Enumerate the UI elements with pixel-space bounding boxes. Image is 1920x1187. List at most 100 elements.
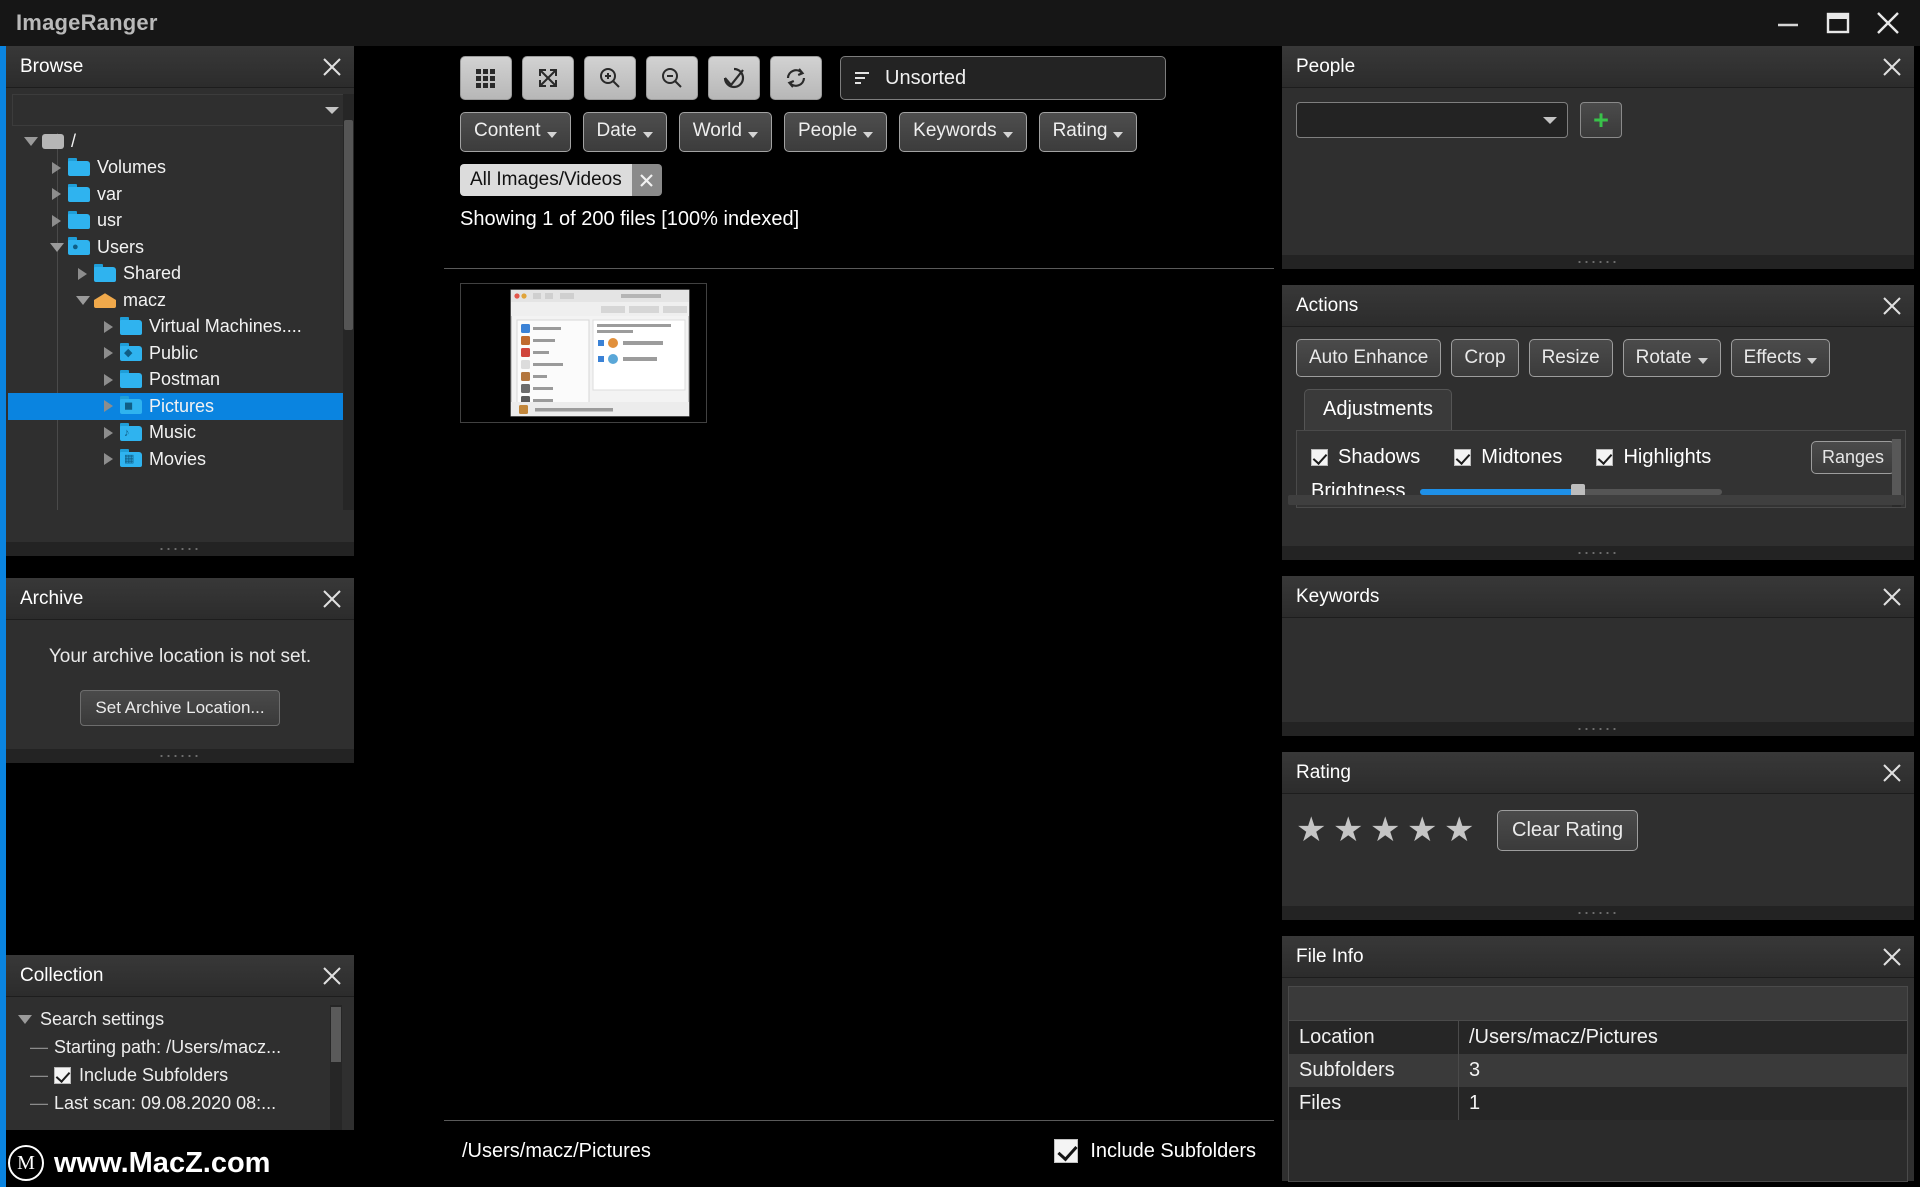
- close-icon[interactable]: [1880, 761, 1904, 785]
- check-icon[interactable]: [708, 56, 760, 100]
- collection-item-checkbox[interactable]: [54, 1066, 71, 1084]
- action-button-crop[interactable]: Crop: [1451, 339, 1519, 377]
- tree-item-shared[interactable]: Shared: [8, 261, 352, 288]
- collection-scrollbar-thumb[interactable]: [331, 1007, 341, 1062]
- tree-item-movies[interactable]: ▦ Movies: [8, 446, 352, 473]
- chevron-right-icon[interactable]: [100, 371, 118, 389]
- panel-resize-grip[interactable]: [1282, 906, 1914, 920]
- adjustments-hscrollbar[interactable]: [1288, 495, 1904, 505]
- people-select[interactable]: [1296, 102, 1568, 138]
- chevron-right-icon[interactable]: [48, 212, 66, 230]
- panel-resize-grip[interactable]: [6, 749, 354, 763]
- tree-item-postman[interactable]: Postman: [8, 367, 352, 394]
- filter-button-keywords[interactable]: Keywords: [899, 112, 1027, 152]
- tree-item-pictures[interactable]: ◼ Pictures: [8, 393, 352, 420]
- browse-root-dropdown[interactable]: [12, 94, 348, 126]
- maximize-icon[interactable]: [1824, 9, 1852, 37]
- tree-item-volumes[interactable]: Volumes: [8, 155, 352, 182]
- highlights-checkbox[interactable]: [1596, 449, 1614, 466]
- filter-button-date[interactable]: Date: [582, 112, 667, 152]
- filter-button-world[interactable]: World: [678, 112, 772, 152]
- filter-button-rating[interactable]: Rating: [1038, 112, 1138, 152]
- close-icon[interactable]: [1880, 585, 1904, 609]
- minimize-icon[interactable]: [1774, 9, 1802, 37]
- refresh-icon[interactable]: [770, 56, 822, 100]
- panel-resize-grip[interactable]: [1282, 722, 1914, 736]
- tree-item-public[interactable]: ◆ Public: [8, 340, 352, 367]
- chevron-down-icon[interactable]: [22, 132, 40, 150]
- chevron-down-icon: [325, 106, 339, 114]
- panel-resize-grip[interactable]: [1282, 255, 1914, 269]
- zoom-in-icon[interactable]: [584, 56, 636, 100]
- star-icon[interactable]: ★: [1444, 813, 1477, 847]
- collection-item[interactable]: — Starting path: /Users/macz...: [16, 1033, 354, 1061]
- brightness-slider[interactable]: [1419, 483, 1722, 500]
- folder-tree[interactable]: / Volumes var usr ● Users Shared macz Virtual Ma…: [8, 128, 352, 510]
- archive-panel-header: Archive: [6, 578, 354, 620]
- close-icon[interactable]: [1880, 294, 1904, 318]
- action-button-resize[interactable]: Resize: [1528, 339, 1613, 377]
- include-subfolders-checkbox[interactable]: [1054, 1139, 1079, 1163]
- chevron-right-icon[interactable]: [48, 185, 66, 203]
- close-icon[interactable]: [320, 55, 344, 79]
- filter-button-people[interactable]: People: [783, 112, 888, 152]
- include-subfolders-control[interactable]: Include Subfolders: [1054, 1139, 1256, 1163]
- midtones-checkbox[interactable]: [1454, 449, 1472, 466]
- chevron-right-icon[interactable]: [100, 450, 118, 468]
- tree-item-macz[interactable]: macz: [8, 287, 352, 314]
- chevron-right-icon[interactable]: [48, 159, 66, 177]
- chevron-right-icon[interactable]: [100, 424, 118, 442]
- close-icon[interactable]: [1880, 945, 1904, 969]
- close-icon[interactable]: [320, 964, 344, 988]
- close-icon[interactable]: [320, 587, 344, 611]
- clear-rating-button[interactable]: Clear Rating: [1497, 810, 1639, 851]
- chevron-right-icon[interactable]: [100, 397, 118, 415]
- fullscreen-icon[interactable]: [522, 56, 574, 100]
- grid-view-icon[interactable]: [460, 56, 512, 100]
- set-archive-location-button[interactable]: Set Archive Location...: [80, 690, 280, 726]
- action-button-rotate[interactable]: Rotate: [1622, 339, 1721, 377]
- collection-item[interactable]: — Last scan: 09.08.2020 08:...: [16, 1089, 354, 1117]
- ranges-button[interactable]: Ranges: [1810, 441, 1895, 474]
- chevron-right-icon[interactable]: [100, 344, 118, 362]
- tree-item-[interactable]: /: [8, 128, 352, 155]
- star-icon[interactable]: ★: [1407, 813, 1440, 847]
- tab-adjustments[interactable]: Adjustments: [1304, 389, 1453, 430]
- tree-item-var[interactable]: var: [8, 181, 352, 208]
- collection-item[interactable]: — Include Subfolders: [16, 1061, 354, 1089]
- folder-icon: [68, 210, 90, 230]
- keywords-panel-title: Keywords: [1296, 585, 1380, 607]
- thumbnail-item[interactable]: [460, 283, 707, 423]
- tree-item-music[interactable]: ♪ Music: [8, 420, 352, 447]
- filter-chip[interactable]: All Images/Videos: [460, 164, 662, 196]
- star-icon[interactable]: ★: [1370, 813, 1403, 847]
- action-button-effects[interactable]: Effects: [1730, 339, 1831, 377]
- action-button-auto-enhance[interactable]: Auto Enhance: [1296, 339, 1442, 377]
- close-icon[interactable]: [631, 164, 662, 196]
- star-icon[interactable]: ★: [1333, 813, 1366, 847]
- close-icon[interactable]: [1880, 55, 1904, 79]
- sort-order-dropdown[interactable]: Unsorted: [840, 56, 1166, 100]
- chevron-right-icon[interactable]: [74, 265, 92, 283]
- tree-scrollbar-thumb[interactable]: [344, 120, 353, 330]
- star-icon[interactable]: ★: [1296, 813, 1329, 847]
- collection-root-row[interactable]: Search settings: [16, 1005, 354, 1033]
- chevron-down-icon[interactable]: [74, 291, 92, 309]
- filter-button-content[interactable]: Content: [460, 112, 571, 152]
- tree-scrollbar[interactable]: [343, 94, 354, 510]
- zoom-out-icon[interactable]: [646, 56, 698, 100]
- chevron-down-icon: [1113, 132, 1124, 138]
- panel-resize-grip[interactable]: [1282, 546, 1914, 560]
- tree-item-virtual-machines[interactable]: Virtual Machines....: [8, 314, 352, 341]
- tree-item-usr[interactable]: usr: [8, 208, 352, 235]
- close-icon[interactable]: [1874, 9, 1902, 37]
- add-person-button[interactable]: +: [1580, 102, 1622, 138]
- star-rating-control[interactable]: ★ ★ ★ ★ ★ Clear Rating: [1282, 794, 1914, 851]
- shadows-checkbox[interactable]: [1311, 449, 1328, 466]
- chevron-right-icon[interactable]: [100, 318, 118, 336]
- chevron-down-icon[interactable]: [16, 1010, 34, 1028]
- tree-item-users[interactable]: ● Users: [8, 234, 352, 261]
- thumbnail-grid[interactable]: [444, 268, 1274, 1120]
- chevron-down-icon[interactable]: [48, 238, 66, 256]
- panel-resize-grip[interactable]: [6, 542, 354, 556]
